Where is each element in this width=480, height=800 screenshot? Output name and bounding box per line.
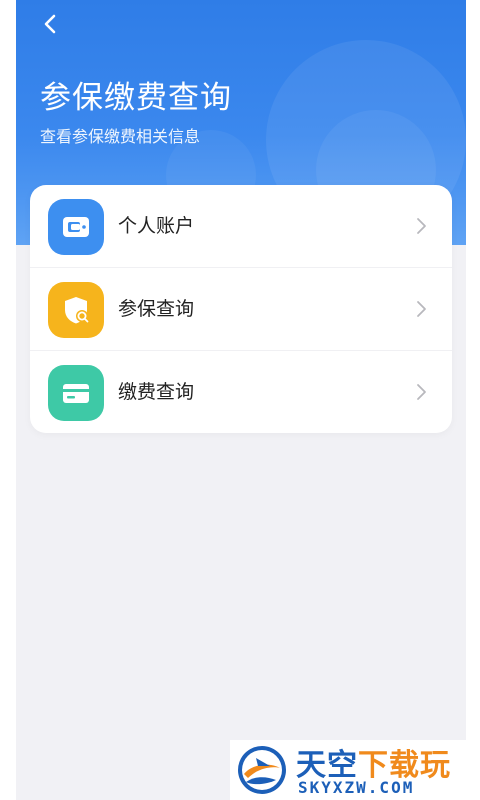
back-button[interactable] [34, 8, 66, 40]
menu-item-label: 个人账户 [118, 215, 195, 237]
chevron-right-icon [417, 218, 426, 234]
menu-card: 个人账户 参保查询 缴费查询 [30, 185, 452, 433]
page-subtitle: 查看参保缴费相关信息 [40, 127, 201, 146]
chevron-left-icon [44, 14, 56, 34]
shield-search-icon [48, 282, 104, 338]
menu-item-payment-query[interactable]: 缴费查询 [30, 351, 452, 433]
chevron-right-icon [417, 301, 426, 317]
menu-item-label: 参保查询 [118, 298, 195, 320]
watermark-site: SKYXZW.COM [298, 778, 415, 797]
chevron-right-icon [417, 384, 426, 400]
menu-item-insurance-query[interactable]: 参保查询 [30, 268, 452, 350]
globe-logo-icon [238, 746, 286, 794]
site-watermark: 天空下载玩 SKYXZW.COM [230, 740, 480, 800]
menu-item-label: 缴费查询 [118, 381, 195, 403]
menu-item-personal-account[interactable]: 个人账户 [30, 185, 452, 267]
page-title: 参保缴费查询 [40, 80, 232, 116]
card-icon [48, 365, 104, 421]
wallet-icon [48, 199, 104, 255]
app-screen: 参保缴费查询 查看参保缴费相关信息 个人账户 参保查询 缴费查询 [16, 0, 466, 800]
